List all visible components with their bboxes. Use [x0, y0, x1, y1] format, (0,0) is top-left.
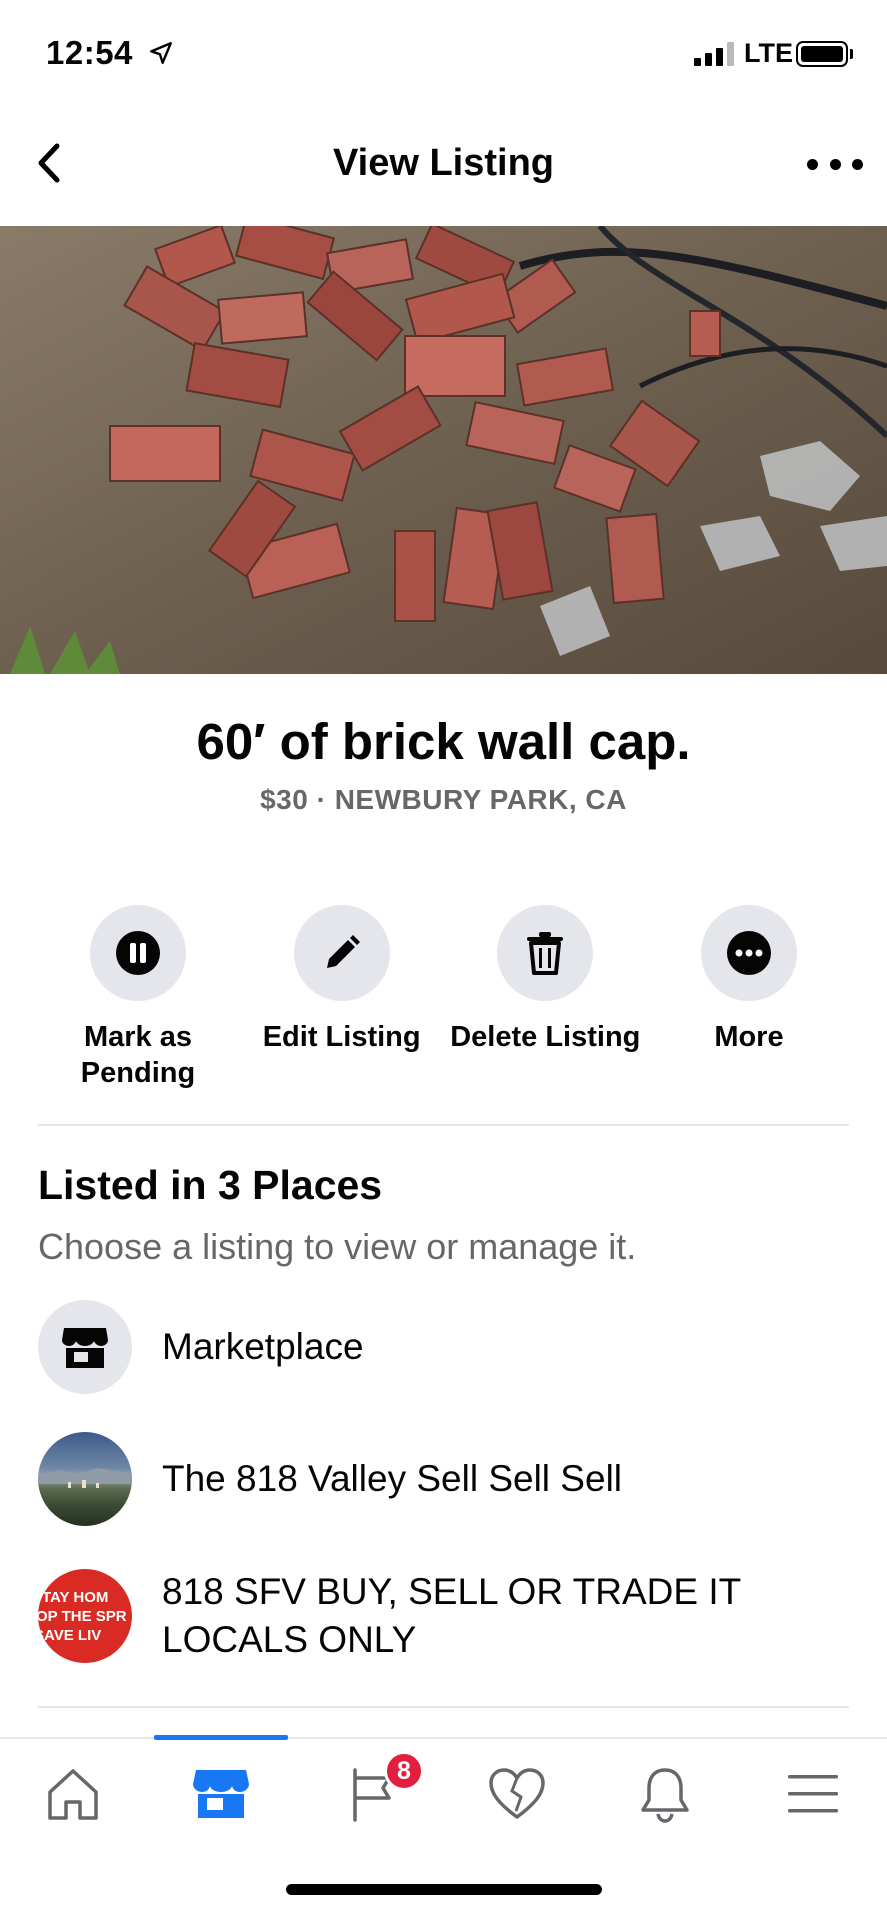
status-bar: 12:54 LTE [0, 0, 887, 110]
listed-in-title: Listed in 3 Places [38, 1162, 383, 1208]
tab-notifications[interactable] [598, 1739, 732, 1849]
group-avatar [38, 1432, 132, 1526]
notification-badge: 8 [384, 1751, 424, 1791]
more-icon [726, 931, 771, 975]
network-type: LTE [744, 38, 793, 68]
divider [38, 1124, 849, 1126]
more-horizontal-icon [807, 158, 818, 170]
tab-home[interactable] [6, 1739, 140, 1849]
hamburger-menu-icon [788, 1775, 838, 1813]
marketplace-icon [193, 1770, 249, 1818]
mark-as-pending-button[interactable]: Mark as Pending [38, 905, 238, 1091]
place-label: 818 SFV BUY, SELL OR TRADE IT LOCALS ONL… [162, 1571, 741, 1660]
edit-listing-label: Edit Listing [262, 1021, 421, 1053]
place-label: Marketplace [162, 1326, 364, 1367]
page-title: View Listing [332, 142, 554, 184]
place-row-818-valley[interactable]: The 818 Valley Sell Sell Sell [38, 1432, 849, 1526]
divider [38, 1706, 849, 1708]
brick-pile-image [0, 226, 887, 674]
tab-menu[interactable] [746, 1739, 880, 1849]
home-indicator[interactable] [286, 1884, 602, 1895]
home-icon [48, 1769, 98, 1820]
more-actions-button[interactable]: More [649, 905, 849, 1091]
battery-icon [796, 41, 848, 67]
group-avatar: TAY HOM OP THE SPR SAVE LIV [38, 1569, 132, 1663]
mark-as-pending-label: Mark as Pending [80, 1021, 196, 1089]
listing-title: 60′ of brick wall cap. [196, 713, 691, 770]
place-label: The 818 Valley Sell Sell Sell [162, 1458, 623, 1499]
pause-icon [116, 931, 160, 975]
marketplace-store-icon [38, 1300, 132, 1394]
status-time: 12:54 [46, 34, 133, 71]
tab-marketplace[interactable] [154, 1739, 288, 1849]
listed-in-subtitle: Choose a listing to view or manage it. [38, 1226, 637, 1267]
place-row-marketplace[interactable]: Marketplace [38, 1300, 849, 1394]
edit-listing-button[interactable]: Edit Listing [242, 905, 442, 1091]
delete-listing-button[interactable]: Delete Listing [445, 905, 645, 1091]
delete-listing-label: Delete Listing [450, 1021, 641, 1053]
place-row-818-sfv[interactable]: TAY HOM OP THE SPR SAVE LIV 818 SFV BUY,… [38, 1568, 849, 1664]
nav-header: View Listing [0, 110, 887, 226]
trash-icon [527, 932, 564, 975]
pencil-icon [326, 935, 360, 968]
tab-pages[interactable]: 8 [306, 1739, 440, 1849]
listing-photo[interactable] [0, 226, 887, 674]
location-arrow-icon [150, 42, 172, 64]
more-actions-label: More [714, 1021, 784, 1053]
more-options-button[interactable] [807, 148, 863, 180]
bottom-tab-bar: 8 [0, 1735, 887, 1849]
listing-actions: Mark as Pending Edit Listing Delete List… [38, 905, 849, 1091]
signal-icon [694, 42, 734, 66]
heart-icon [489, 1768, 545, 1819]
tab-dating[interactable] [450, 1739, 584, 1849]
bell-icon [641, 1768, 689, 1823]
listing-price-location: $30 · NEWBURY PARK, CA [260, 784, 627, 815]
